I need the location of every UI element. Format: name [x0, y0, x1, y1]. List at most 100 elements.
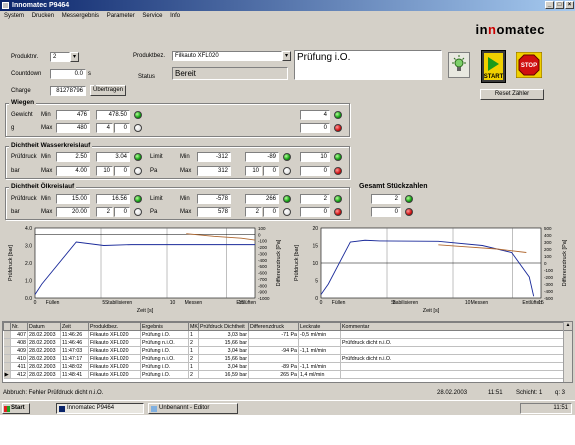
- produktbez-select[interactable]: Filkauto XFL020: [172, 51, 282, 61]
- status-label: Status: [138, 74, 156, 80]
- menu-info[interactable]: Info: [170, 13, 180, 19]
- countdown-unit: s: [88, 71, 91, 77]
- produktnr-select[interactable]: 2: [50, 52, 70, 62]
- clock: 11:51: [553, 405, 568, 411]
- oel-actual-field: 16.56: [96, 194, 130, 204]
- table-cell: Prüfdruck dicht n.i.O.: [340, 354, 564, 363]
- column-header[interactable]: Ergebnis: [140, 322, 189, 331]
- taskbar-item-innomatec[interactable]: Innomatec P9464: [56, 403, 144, 414]
- uebertragen-button[interactable]: Übertragen: [90, 85, 126, 96]
- gesamt-nok-field: 0: [371, 207, 401, 217]
- table-cell: 2: [188, 338, 199, 347]
- y-tick-label: 5: [315, 279, 318, 285]
- y2-tick-label: 100: [258, 226, 266, 231]
- oel-count-a: 2: [96, 207, 113, 217]
- chevron-down-icon[interactable]: ▾: [282, 51, 291, 61]
- phase-label: Messen: [471, 300, 489, 306]
- wasser-min-field[interactable]: 2.50: [56, 152, 90, 162]
- column-header[interactable]: Leckrate: [298, 322, 341, 331]
- y-tick-label: 2.0: [25, 261, 32, 267]
- table-row[interactable]: 410 28.02.2003 11:47:17 Filkauto XFL020 Prüf…: [3, 354, 564, 363]
- table-row[interactable]: 408 28.02.2003 11:46:46 Filkauto XFL020 Prüf…: [3, 338, 564, 347]
- column-header[interactable]: Kommentar: [340, 322, 564, 331]
- wasser-limit-max-field[interactable]: 312: [197, 166, 231, 176]
- status-message: Abbruch: Fehler Prüfdruck dicht n.i.O.: [3, 390, 104, 396]
- wasser-limit-min-field[interactable]: -312: [197, 152, 231, 162]
- min-label: Min: [180, 154, 190, 160]
- wiegen-total-ok: 4: [300, 110, 330, 120]
- wasser-title: Dichtheit Wasserkreislauf: [9, 141, 93, 150]
- oel-limit-max-field[interactable]: 578: [197, 207, 231, 217]
- oel-limit-min-field[interactable]: -578: [197, 194, 231, 204]
- y2-tick-label: -600: [258, 271, 268, 276]
- table-cell: [298, 338, 341, 347]
- table-cell: 1: [188, 330, 199, 339]
- menu-parameter[interactable]: Parameter: [107, 13, 135, 19]
- column-header[interactable]: Nr.: [10, 322, 28, 331]
- oel-max-field[interactable]: 20.00: [56, 207, 90, 217]
- menu-messergebnis[interactable]: Messergebnis: [62, 13, 99, 19]
- status-led-green: [134, 153, 142, 161]
- status-time: 11:51: [488, 390, 503, 396]
- y2-tick-label: 0: [258, 232, 261, 237]
- menu-drucken[interactable]: Drucken: [32, 13, 54, 19]
- gesamt-title: Gesamt Stückzahlen: [357, 182, 430, 191]
- countdown-label: Countdown: [11, 71, 42, 77]
- column-header[interactable]: Zeit: [60, 322, 89, 331]
- gesamt-ok-field: 2: [371, 194, 401, 204]
- phase-label: Messen: [185, 300, 203, 306]
- menu-system[interactable]: System: [4, 13, 24, 19]
- wiegen-max-field[interactable]: 480: [56, 123, 90, 133]
- column-header[interactable]: Prüfdruck Dichtheit: [198, 322, 249, 331]
- table-cell: -1,1 ml/min: [298, 362, 341, 371]
- status-led-red: [334, 124, 342, 132]
- taskbar: Start Innomatec P9464 Unbenannt - Editor…: [0, 400, 575, 416]
- oel-min-field[interactable]: 15.00: [56, 194, 90, 204]
- scroll-up-icon[interactable]: ▲: [564, 322, 572, 331]
- column-header[interactable]: MK: [188, 322, 199, 331]
- column-header[interactable]: Differenzdruck: [248, 322, 299, 331]
- reset-zaehler-button[interactable]: Reset Zähler: [480, 89, 544, 100]
- column-header[interactable]: [3, 322, 11, 331]
- table-cell: -71 Pa: [248, 330, 299, 339]
- start-menu-button[interactable]: Start: [2, 403, 30, 414]
- wiegen-title: Wiegen: [9, 98, 37, 107]
- charge-field[interactable]: 81278796: [50, 86, 86, 96]
- column-header[interactable]: Datum: [27, 322, 61, 331]
- table-cell: 409: [10, 346, 28, 355]
- system-tray: 11:51: [520, 403, 572, 414]
- table-scrollbar[interactable]: ▲: [563, 322, 572, 382]
- table-cell: 28.02.2003: [27, 346, 61, 355]
- y-axis-label: Prüfdruck [bar]: [8, 244, 14, 281]
- countdown-field: 0.0: [50, 69, 86, 79]
- table-row[interactable]: 407 28.02.2003 11:46:26 Filkauto XFL020 Prüf…: [3, 330, 564, 339]
- title-bar: Innomatec P9464 _ □ ×: [0, 0, 575, 11]
- taskbar-item-editor[interactable]: Unbenannt - Editor: [148, 403, 238, 414]
- x-tick-label: 0: [34, 300, 37, 306]
- table-cell: 11:47:17: [60, 354, 89, 363]
- chevron-down-icon[interactable]: ▾: [70, 52, 79, 62]
- lamp-icon: [448, 52, 470, 78]
- minimize-button[interactable]: _: [545, 1, 554, 9]
- table-cell: 1: [188, 346, 199, 355]
- wasser-count-b: 0: [114, 166, 130, 176]
- menu-service[interactable]: Service: [142, 13, 162, 19]
- table-cell: Filkauto XFL020: [88, 338, 141, 347]
- wiegen-min-field[interactable]: 476: [56, 110, 90, 120]
- table-row[interactable]: 411 28.02.2003 11:48:02 Filkauto XFL020 Prüf…: [3, 362, 564, 371]
- taskbar-item-label: Unbenannt - Editor: [159, 405, 210, 411]
- maximize-button[interactable]: □: [555, 1, 564, 9]
- start-menu-label: Start: [11, 405, 25, 411]
- table-row[interactable]: 409 28.02.2003 11:47:03 Filkauto XFL020 Prüf…: [3, 346, 564, 355]
- wasser-max-field[interactable]: 4.00: [56, 166, 90, 176]
- max-label: Max: [41, 125, 53, 131]
- table-cell: 407: [10, 330, 28, 339]
- table-cell: 3,04 bar: [198, 362, 249, 371]
- stop-button[interactable]: STOP: [515, 51, 543, 79]
- column-header[interactable]: Produktbez.: [88, 322, 141, 331]
- table-row[interactable]: ▶ 412 28.02.2003 11:48:41 Filkauto XFL020 Prü…: [3, 370, 564, 379]
- start-button[interactable]: START: [481, 50, 506, 83]
- close-button[interactable]: ×: [565, 1, 574, 9]
- table-cell: 11:48:02: [60, 362, 89, 371]
- table-cell: 11:48:41: [60, 370, 89, 379]
